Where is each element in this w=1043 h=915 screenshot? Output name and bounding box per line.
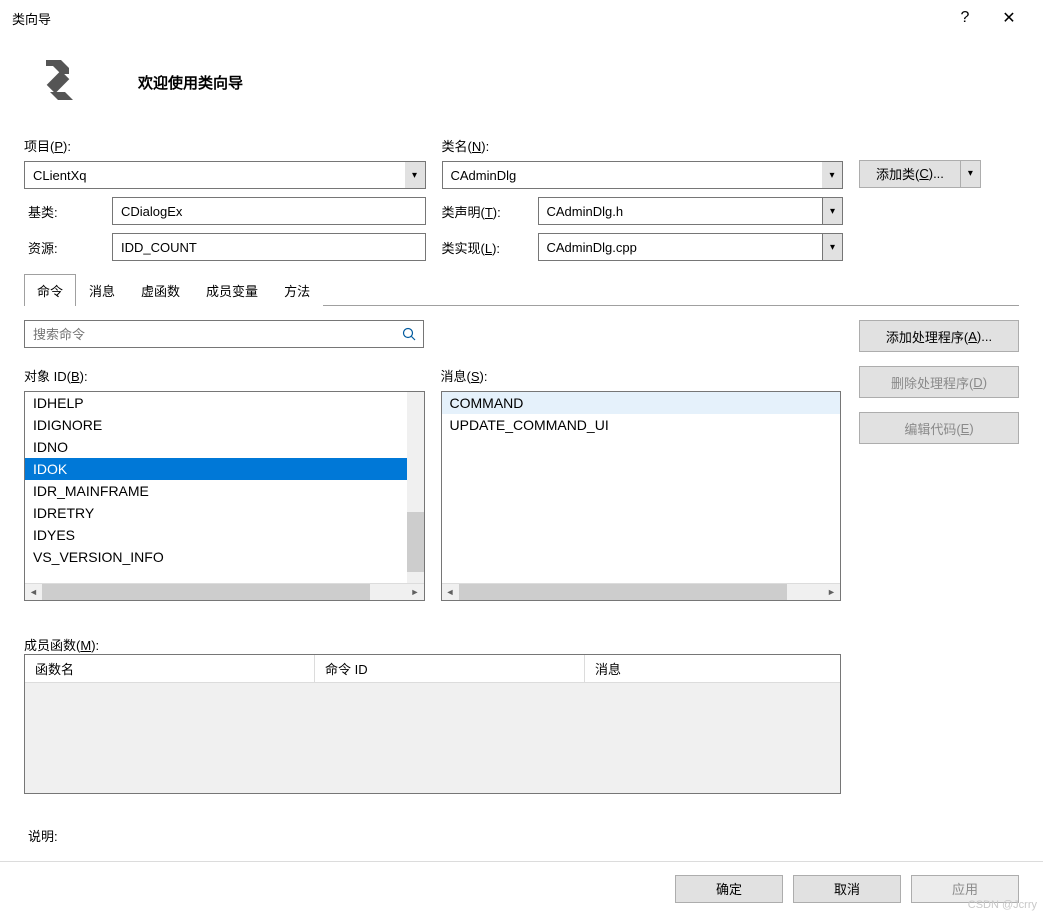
chevron-down-icon[interactable]: ▾: [822, 198, 842, 224]
class-decl-input[interactable]: [539, 198, 823, 224]
resource-field: IDD_COUNT: [112, 233, 426, 261]
scroll-right-icon[interactable]: ►: [823, 584, 840, 601]
col-cmd-id[interactable]: 命令 ID: [315, 655, 585, 682]
project-combo[interactable]: ▾: [24, 161, 426, 189]
add-class-button[interactable]: 添加类(C)...: [859, 160, 961, 188]
list-item[interactable]: IDOK: [25, 458, 424, 480]
watermark: CSDN @Jcrry: [968, 899, 1037, 911]
horizontal-scrollbar[interactable]: ◄ ►: [25, 583, 424, 600]
object-id-label: 对象 ID(B):: [24, 366, 425, 385]
cancel-button[interactable]: 取消: [793, 875, 901, 903]
delete-handler-button[interactable]: 删除处理程序(D): [859, 366, 1019, 398]
scroll-left-icon[interactable]: ◄: [25, 584, 42, 601]
col-func-name[interactable]: 函数名: [25, 655, 315, 682]
chevron-down-icon[interactable]: ▾: [822, 234, 842, 260]
list-item[interactable]: IDHELP: [25, 392, 424, 414]
class-impl-combo[interactable]: ▾: [538, 233, 844, 261]
class-impl-label: 类实现(L):: [442, 238, 522, 257]
wizard-icon: [28, 52, 88, 112]
horizontal-scrollbar[interactable]: ◄ ►: [442, 583, 841, 600]
list-item[interactable]: UPDATE_COMMAND_UI: [442, 414, 841, 436]
project-label: 项目(P):: [24, 136, 426, 155]
scroll-right-icon[interactable]: ►: [407, 584, 424, 601]
search-input[interactable]: [25, 321, 395, 347]
member-funcs-label: 成员函数(M):: [24, 638, 99, 653]
class-name-input[interactable]: [443, 162, 823, 188]
class-name-label: 类名(N):: [442, 136, 844, 155]
close-button[interactable]: ✕: [987, 3, 1031, 33]
vertical-scrollbar[interactable]: [407, 392, 424, 583]
help-button[interactable]: ?: [943, 3, 987, 33]
class-name-combo[interactable]: ▾: [442, 161, 844, 189]
messages-label: 消息(S):: [441, 366, 842, 385]
add-handler-button[interactable]: 添加处理程序(A)...: [859, 320, 1019, 352]
ok-button[interactable]: 确定: [675, 875, 783, 903]
messages-list[interactable]: COMMANDUPDATE_COMMAND_UI ◄ ►: [441, 391, 842, 601]
project-input[interactable]: [25, 162, 405, 188]
search-box[interactable]: [24, 320, 424, 348]
class-decl-label: 类声明(T):: [442, 202, 522, 221]
class-impl-input[interactable]: [539, 234, 823, 260]
list-item[interactable]: IDR_MAINFRAME: [25, 480, 424, 502]
class-decl-combo[interactable]: ▾: [538, 197, 844, 225]
list-item[interactable]: COMMAND: [442, 392, 841, 414]
list-item[interactable]: IDYES: [25, 524, 424, 546]
scroll-left-icon[interactable]: ◄: [442, 584, 459, 601]
col-message[interactable]: 消息: [585, 655, 840, 682]
tab-virtual[interactable]: 虚函数: [128, 274, 193, 306]
list-item[interactable]: VS_VERSION_INFO: [25, 546, 424, 568]
tab-messages[interactable]: 消息: [76, 274, 128, 306]
base-class-label: 基类:: [24, 202, 112, 221]
window-title: 类向导: [12, 9, 943, 28]
description-label: 说明:: [24, 826, 841, 845]
search-icon[interactable]: [395, 321, 423, 347]
tab-member-vars[interactable]: 成员变量: [193, 274, 271, 306]
list-item[interactable]: IDRETRY: [25, 502, 424, 524]
page-title: 欢迎使用类向导: [138, 72, 243, 93]
list-item[interactable]: IDNO: [25, 436, 424, 458]
tab-commands[interactable]: 命令: [24, 274, 76, 306]
chevron-down-icon[interactable]: ▾: [405, 162, 425, 188]
base-class-field: CDialogEx: [112, 197, 426, 225]
list-item[interactable]: IDIGNORE: [25, 414, 424, 436]
object-id-list[interactable]: IDHELPIDIGNOREIDNOIDOKIDR_MAINFRAMEIDRET…: [24, 391, 425, 601]
member-funcs-table[interactable]: 函数名 命令 ID 消息: [24, 654, 841, 794]
tabs: 命令 消息 虚函数 成员变量 方法: [24, 273, 1019, 306]
edit-code-button[interactable]: 编辑代码(E): [859, 412, 1019, 444]
resource-label: 资源:: [24, 238, 112, 257]
chevron-down-icon[interactable]: ▾: [822, 162, 842, 188]
tab-methods[interactable]: 方法: [271, 274, 323, 306]
add-class-dropdown[interactable]: ▾: [961, 160, 981, 188]
